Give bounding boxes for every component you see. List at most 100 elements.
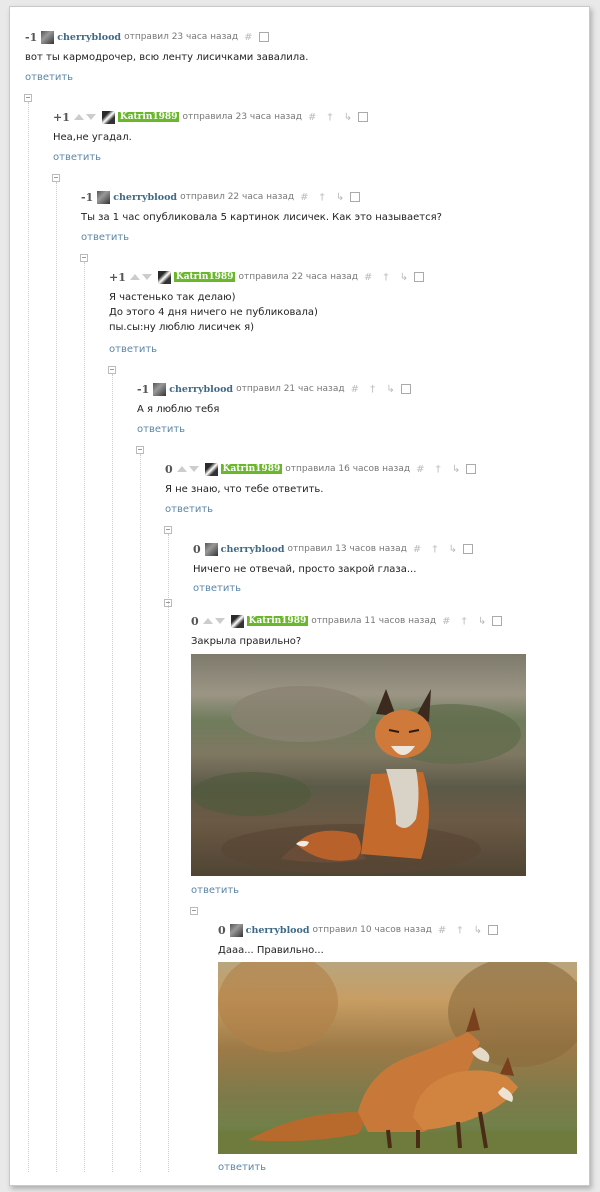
author-link[interactable]: cherryblood <box>246 925 310 936</box>
comment-header: 0 cherryblood отправил 13 часов назад # … <box>193 541 473 557</box>
comment-tools-icons[interactable]: # † ↳ <box>438 925 486 936</box>
author-link[interactable]: Katrin1989 <box>220 464 283 474</box>
comment-text: А я люблю тебя <box>137 404 220 415</box>
vote-up-arrow-icon[interactable] <box>202 618 213 624</box>
comment-text: Я не знаю, что тебе ответить. <box>165 484 324 495</box>
save-icon[interactable] <box>414 272 425 282</box>
comment-header: +1 Katrin1989 отправила 22 часа назад # … <box>109 269 425 285</box>
reply-link[interactable]: ответить <box>193 583 241 594</box>
comment-rating: 0 <box>165 462 173 476</box>
comment-header: 0 Katrin1989 отправила 16 часов назад # … <box>165 461 477 477</box>
avatar[interactable] <box>153 382 167 396</box>
comment-time: отправил 10 часов назад <box>312 925 432 935</box>
comment-header: -1 cherryblood отправил 21 час назад # †… <box>137 381 411 397</box>
avatar[interactable] <box>230 614 244 628</box>
avatar[interactable] <box>97 190 111 204</box>
comment-time: отправил 23 часа назад <box>124 32 239 42</box>
comment-text: Неа,не угадал. <box>53 132 132 143</box>
comment-text: вот ты кармодрочер, всю ленту лисичками … <box>25 52 309 63</box>
comment-rating: +1 <box>109 270 126 284</box>
comment-rating: +1 <box>53 110 70 124</box>
comment-rating: -1 <box>137 382 150 396</box>
author-link[interactable]: cherryblood <box>57 32 121 43</box>
save-icon[interactable] <box>350 192 361 202</box>
comment-time: отправила 22 часа назад <box>238 272 358 282</box>
comment-time: отправила 16 часов назад <box>285 464 411 474</box>
thread-line <box>168 534 169 1172</box>
comment-rating: 0 <box>218 923 226 937</box>
comment-thread: -1 cherryblood отправил 23 часа назад # … <box>9 6 590 1186</box>
reply-link[interactable]: ответить <box>218 1162 266 1173</box>
comment-tools-icons[interactable]: # † ↳ <box>416 464 464 475</box>
author-link[interactable]: Katrin1989 <box>173 272 236 282</box>
avatar[interactable] <box>101 110 115 124</box>
comment-header: +1 Katrin1989 отправила 23 часа назад # … <box>53 109 369 125</box>
collapse-toggle-icon[interactable] <box>164 599 172 607</box>
save-icon[interactable] <box>400 384 411 394</box>
collapse-toggle-icon[interactable] <box>190 907 198 915</box>
reply-link[interactable]: ответить <box>109 344 157 355</box>
comment-time: отправил 22 часа назад <box>180 192 295 202</box>
save-icon[interactable] <box>258 32 269 42</box>
comment-tools-icons[interactable]: # † ↳ <box>300 192 348 203</box>
comment-tools-icons[interactable]: # † ↳ <box>413 544 461 555</box>
vote-up-arrow-icon[interactable] <box>73 114 84 120</box>
thread-line <box>56 182 57 1172</box>
save-icon[interactable] <box>466 464 477 474</box>
comment-header: 0 Katrin1989 отправила 11 часов назад # … <box>191 613 503 629</box>
fox-sitting-photo[interactable] <box>191 654 526 876</box>
avatar[interactable] <box>157 270 171 284</box>
save-icon[interactable] <box>358 112 369 122</box>
collapse-toggle-icon[interactable] <box>108 366 116 374</box>
collapse-toggle-icon[interactable] <box>136 446 144 454</box>
save-icon[interactable] <box>462 544 473 554</box>
author-link[interactable]: cherryblood <box>169 384 233 395</box>
collapse-toggle-icon[interactable] <box>80 254 88 262</box>
author-link[interactable]: cherryblood <box>221 544 285 555</box>
save-icon[interactable] <box>492 616 503 626</box>
vote-up-arrow-icon[interactable] <box>176 466 187 472</box>
vote-down-arrow-icon[interactable] <box>141 274 152 280</box>
comment-time: отправила 11 часов назад <box>311 616 437 626</box>
reply-link[interactable]: ответить <box>137 424 185 435</box>
thread-line <box>140 454 141 1172</box>
author-link[interactable]: Katrin1989 <box>117 112 180 122</box>
avatar[interactable] <box>229 923 243 937</box>
author-link[interactable]: Katrin1989 <box>246 616 309 626</box>
comment-rating: 0 <box>193 542 201 556</box>
thread-line <box>28 102 29 1172</box>
reply-link[interactable]: ответить <box>165 504 213 515</box>
vote-down-arrow-icon[interactable] <box>85 114 96 120</box>
comment-tools-icons[interactable]: # † ↳ <box>364 272 412 283</box>
reply-link[interactable]: ответить <box>53 152 101 163</box>
thread-line <box>112 374 113 1172</box>
comment-tools-icons[interactable]: # † ↳ <box>351 384 399 395</box>
avatar[interactable] <box>41 30 55 44</box>
reply-link[interactable]: ответить <box>191 885 239 896</box>
vote-up-arrow-icon[interactable] <box>129 274 140 280</box>
comment-header: -1 cherryblood отправил 23 часа назад # <box>25 29 269 45</box>
collapse-toggle-icon[interactable] <box>52 174 60 182</box>
avatar[interactable] <box>204 462 218 476</box>
comment-text: Закрыла правильно? <box>191 636 302 647</box>
comment-tools-icons[interactable]: # † ↳ <box>308 112 356 123</box>
comment-time: отправил 13 часов назад <box>287 544 407 554</box>
avatar[interactable] <box>204 542 218 556</box>
comment-tools-icons[interactable]: # † ↳ <box>442 616 490 627</box>
collapse-toggle-icon[interactable] <box>24 94 32 102</box>
vote-down-arrow-icon[interactable] <box>214 618 225 624</box>
two-foxes-photo[interactable] <box>218 962 577 1154</box>
comment-header: -1 cherryblood отправил 22 часа назад # … <box>81 189 361 205</box>
reply-link[interactable]: ответить <box>81 232 129 243</box>
comment-rating: 0 <box>191 614 199 628</box>
reply-link[interactable]: ответить <box>25 72 73 83</box>
comment-time: отправил 21 час назад <box>236 384 345 394</box>
link-hash-icon[interactable]: # <box>244 32 256 43</box>
comment-header: 0 cherryblood отправил 10 часов назад # … <box>218 922 498 938</box>
comment-rating: -1 <box>81 190 94 204</box>
vote-down-arrow-icon[interactable] <box>188 466 199 472</box>
author-link[interactable]: cherryblood <box>113 192 177 203</box>
comment-time: отправила 23 часа назад <box>182 112 302 122</box>
collapse-toggle-icon[interactable] <box>164 526 172 534</box>
save-icon[interactable] <box>487 925 498 935</box>
